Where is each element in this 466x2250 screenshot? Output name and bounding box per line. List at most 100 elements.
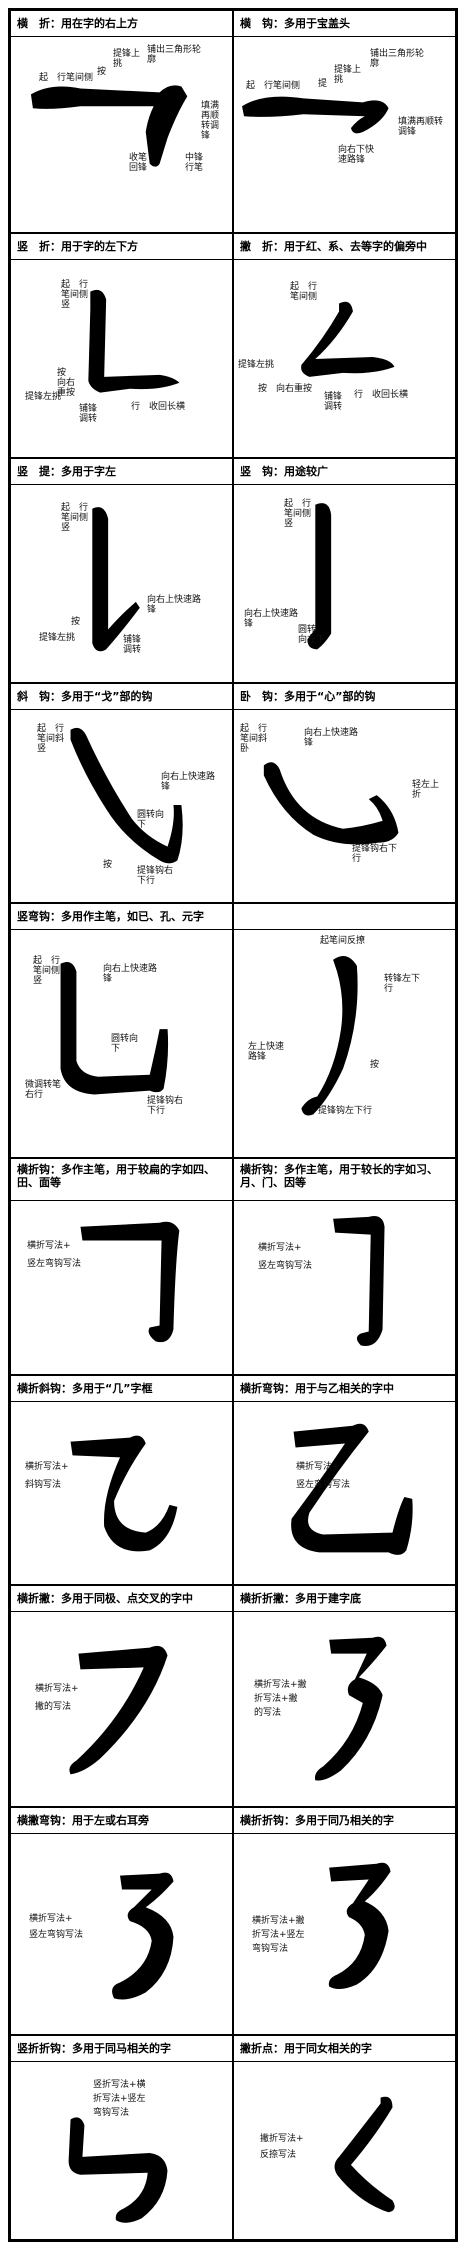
note: 起 行笔间侧竖 <box>61 503 89 533</box>
note: 提 <box>318 79 328 89</box>
note: 提锋钩左下行 <box>318 1106 373 1116</box>
note: 圆转向下 <box>137 810 165 830</box>
note: 向右上快速路锋 <box>304 728 359 748</box>
cell-heng-pie-wan-gou: 横撇弯钩：用于左或右耳旁 横折写法+ 竖左弯钩写法 <box>10 1807 233 2035</box>
note: 竖左弯钩写法 <box>258 1261 313 1271</box>
cell-title: 斜 钩：多用于“戈”部的钩 <box>11 684 232 710</box>
cell-heng-zhe-zhe-pie: 横折折撇：多用于建字底 横折写法+撇 折写法+撇 的写法 <box>233 1585 456 1807</box>
brush-stroke-shu-gou <box>307 503 332 650</box>
cell-heng-zhe-zhe-gou: 横折折钩：多用于同乃相关的字 横折写法+撇 折写法+竖左 弯钩写法 <box>233 1807 456 2035</box>
cell-shu-zhe-zhe-gou: 竖折折钩：多用于同马相关的字 竖折写法+横 折写法+竖左 弯钩写法 <box>10 2035 233 2240</box>
stroke-figure: 起 行笔间侧竖 向右上快速路锋 圆转向下 微调转笔右行 提锋钩右下行 <box>11 930 232 1157</box>
note: 提锋钩右下行 <box>137 866 174 886</box>
note: 向右上快速路锋 <box>103 964 158 984</box>
note: 向右上快速路锋 <box>147 595 202 615</box>
cell-pie-zhe: 撇 折：用于红、系、去等字的偏旁中 起 行笔间侧 提锋左挑 铺锋调转 行 收回长… <box>233 233 456 458</box>
stroke-figure: 起 行笔间侧 提锋左挑 铺锋调转 行 收回长横 按 向右重按 <box>234 260 455 457</box>
cell-title: 横折撇：多用于同极、点交叉的字中 <box>11 1586 232 1612</box>
cell-heng-zhe-gou-tall: 横折钩：多作主笔，用于较长的字如习、月、门、因等 横折写法+ 竖左弯钩写法 <box>233 1158 456 1375</box>
note: 按 <box>370 1060 380 1070</box>
stroke-figure: 横折写法+ 斜钩写法 <box>11 1402 232 1584</box>
note: 横折写法+撇 <box>252 1916 305 1926</box>
note: 起 行笔间侧 <box>246 81 301 91</box>
brush-stroke-heng-zhe-wan-gou <box>291 1423 413 1555</box>
cell-shu-ti: 竖 提：多用于字左 起 行笔间侧竖 按 提锋左挑 向右上快速路锋 铺锋调转 <box>10 458 233 683</box>
stroke-figure: 起 行笔间侧竖 向右上快速路锋 圆转 向左下 <box>234 485 455 682</box>
note: 铺出三角形轮廓 <box>147 45 202 65</box>
note: 向右上快速路锋 <box>161 772 216 792</box>
note: 按 向右重按 <box>57 368 76 398</box>
note: 竖左弯钩写法 <box>296 1480 351 1490</box>
cell-heng-gou: 横 钩：多用于宝盖头 起 行笔间侧 提锋上挑 提 铺出三角形轮廓 填满再顺转调锋… <box>233 10 456 233</box>
note: 铺锋调转 <box>79 404 98 424</box>
cell-heng-zhe: 横 折：用在字的右上方 起 行笔间侧 提锋上挑 按 铺出三角形轮廓 填满再顺转调… <box>10 10 233 233</box>
note: 按 <box>97 67 107 77</box>
note: 横折写法+撇 <box>254 1680 307 1690</box>
note: 按 <box>71 617 81 627</box>
note: 圆转向下 <box>111 1034 139 1054</box>
cell-title: 横折钩：多作主笔，用于较长的字如习、月、门、因等 <box>234 1159 455 1201</box>
note: 按 向右重按 <box>258 384 313 394</box>
stroke-figure: 竖折写法+横 折写法+竖左 弯钩写法 <box>11 2062 232 2239</box>
note: 提锋左挑 <box>238 360 275 370</box>
cell-title: 竖折折钩：多用于同马相关的字 <box>11 2036 232 2062</box>
cell-wo-gou: 卧 钩：多用于“心”部的钩 起 行笔间斜卧 向右上快速路锋 提锋钩右下行 轻左上… <box>233 683 456 903</box>
cell-title: 横折折撇：多用于建字底 <box>234 1586 455 1612</box>
note: 中锋行笔 <box>185 153 204 173</box>
note: 折写法+竖左 <box>93 2094 146 2104</box>
note: 轻左上折 <box>412 780 440 800</box>
stroke-figure: 横折写法+ 竖左弯钩写法 <box>11 1834 232 2034</box>
cell-heng-zhe-xie-gou: 横折斜钩：多用于“几”字框 横折写法+ 斜钩写法 <box>10 1375 233 1585</box>
note: 横折写法+ <box>27 1241 71 1251</box>
note: 铺锋调转 <box>123 635 142 655</box>
note: 起 行笔间侧 <box>290 282 318 302</box>
note: 起 行笔间侧竖 <box>284 499 312 529</box>
cell-shu-gou: 竖 钩：用途较广 起 行笔间侧竖 向右上快速路锋 圆转 向左下 <box>233 458 456 683</box>
note: 竖折写法+横 <box>93 2080 146 2090</box>
note: 微调转笔右行 <box>25 1080 62 1100</box>
brush-stroke-pie-zhe <box>301 301 395 377</box>
note: 提锋上挑 <box>113 49 141 69</box>
cell-shu-zhe: 竖 折：用于字的左下方 起 行笔间侧竖 提锋左挑 按 向右重按 铺锋调转 行 收… <box>10 233 233 458</box>
brush-stroke-shu-ti <box>92 507 140 652</box>
cell-title <box>234 904 455 930</box>
cell-title: 竖弯钩：多用作主笔，如已、孔、元字 <box>11 904 232 930</box>
stroke-figure: 起 行笔间侧 提锋上挑 按 铺出三角形轮廓 填满再顺转调锋 收笔回锋 中锋行笔 <box>11 37 232 232</box>
note: 提锋上挑 <box>334 65 362 85</box>
note: 左上快速路锋 <box>248 1042 285 1062</box>
stroke-figure: 起 行笔间侧竖 提锋左挑 按 向右重按 铺锋调转 行 收回长横 <box>11 260 232 457</box>
cell-pie-zhe-dian: 撇折点：用于同女相关的字 撇折写法+ 反捺写法 <box>233 2035 456 2240</box>
stroke-figure: 起 行笔间侧 提锋上挑 提 铺出三角形轮廓 填满再顺转调锋 向右下快速路锋 <box>234 37 455 232</box>
stroke-figure: 横折写法+ 撇的写法 <box>11 1612 232 1806</box>
note: 反捺写法 <box>260 2150 297 2160</box>
brush-stroke-heng-zhe-xie-gou <box>70 1435 178 1552</box>
note: 向右下快速路锋 <box>338 145 375 165</box>
brush-stroke-shu-zhe <box>88 289 180 393</box>
note: 竖左弯钩写法 <box>27 1259 82 1269</box>
cell-title: 横折斜钩：多用于“几”字框 <box>11 1376 232 1402</box>
note: 竖左弯钩写法 <box>29 1930 84 1940</box>
cell-title: 撇折点：用于同女相关的字 <box>234 2036 455 2062</box>
cell-title: 竖 提：多用于字左 <box>11 459 232 485</box>
note: 填满再顺转调锋 <box>201 101 220 141</box>
cell-title: 横 折：用在字的右上方 <box>11 11 232 37</box>
cell-xie-gou-2: 起笔间反撩 转锋左下行 左上快速路锋 按 提锋钩左下行 <box>233 903 456 1158</box>
cell-title: 横折折钩：多用于同乃相关的字 <box>234 1808 455 1834</box>
note: 起 行笔间斜卧 <box>240 724 268 754</box>
brush-stroke-heng-zhe-gou <box>80 1221 180 1343</box>
stroke-figure: 撇折写法+ 反捺写法 <box>234 2062 455 2239</box>
note: 起 行笔间侧竖 <box>61 280 89 310</box>
cell-heng-zhe-pie: 横折撇：多用于同极、点交叉的字中 横折写法+ 撇的写法 <box>10 1585 233 1807</box>
cell-title: 横 钩：多用于宝盖头 <box>234 11 455 37</box>
cell-xie-gou: 斜 钩：多用于“戈”部的钩 起 行笔间斜竖 向右上快速路锋 圆转向下 按 提锋钩… <box>10 683 233 903</box>
stroke-figure: 起笔间反撩 转锋左下行 左上快速路锋 按 提锋钩左下行 <box>234 930 455 1157</box>
note: 收笔回锋 <box>129 153 148 173</box>
note: 行 收回长横 <box>131 402 186 412</box>
note: 撇折写法+ <box>260 2134 304 2144</box>
cell-shu-wan-gou: 竖弯钩：多用作主笔，如已、孔、元字 起 行笔间侧竖 向右上快速路锋 圆转向下 微… <box>10 903 233 1158</box>
note: 转锋左下行 <box>384 974 421 994</box>
note: 折写法+竖左 <box>252 1930 305 1940</box>
note: 的写法 <box>254 1708 282 1718</box>
cell-title: 横折弯钩：用于与乙相关的字中 <box>234 1376 455 1402</box>
note: 横折写法+ <box>35 1684 79 1694</box>
